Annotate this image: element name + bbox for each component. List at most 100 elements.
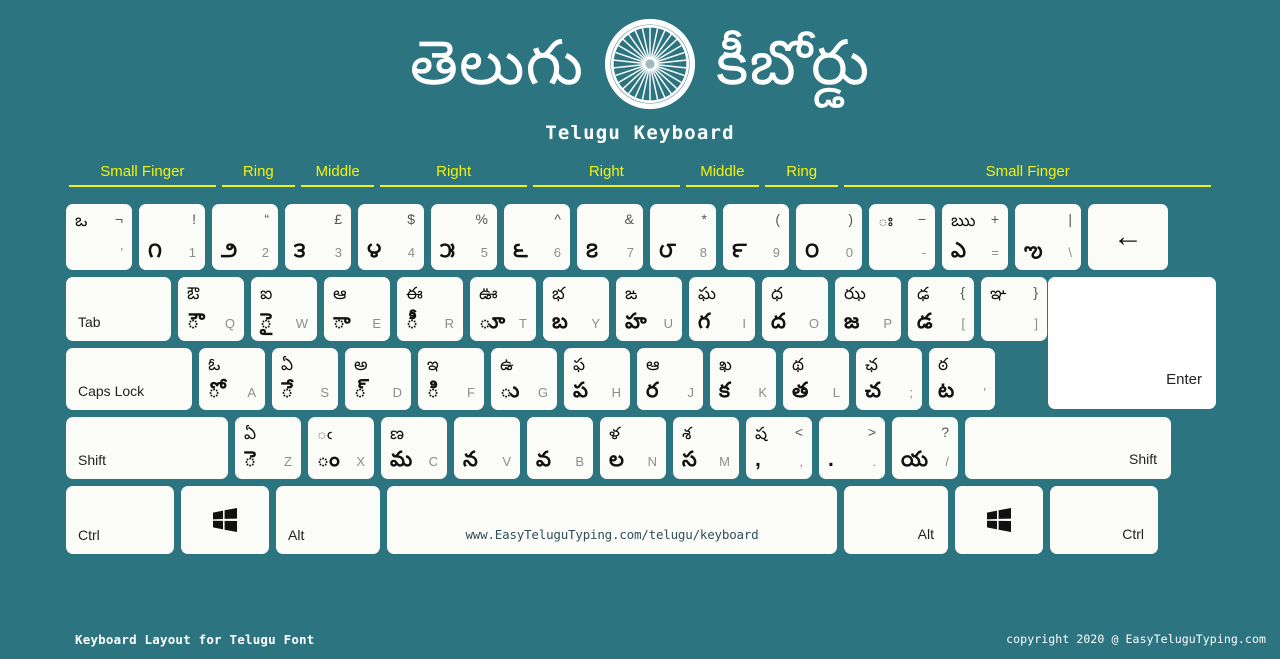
key-l-glyph-shift: థ bbox=[792, 355, 805, 374]
key-win-left[interactable] bbox=[181, 486, 269, 554]
key-shift-right[interactable]: Shift bbox=[965, 417, 1171, 479]
key-8[interactable]: * ౮ 8 bbox=[650, 204, 716, 270]
key-space[interactable]: www.EasyTeluguTyping.com/telugu/keyboard bbox=[387, 486, 837, 554]
key-backquote-glyph-legend: ' bbox=[120, 245, 123, 260]
key-alt-left[interactable]: Alt bbox=[276, 486, 380, 554]
key-t-glyph-base: ూ bbox=[479, 310, 506, 333]
key-minus[interactable]: ః − - bbox=[869, 204, 935, 270]
key-d[interactable]: అ్ D bbox=[345, 348, 411, 410]
key-period[interactable]: >.. bbox=[819, 417, 885, 479]
keyboard-row-shift: Shift ఏె Zఁం X ణ మ C న V వ B ళ ల N శ స M ష <,, >..? య / Shift bbox=[66, 417, 1216, 479]
key-h[interactable]: ఫప H bbox=[564, 348, 630, 410]
key-5[interactable]: % ౫ 5 bbox=[431, 204, 497, 270]
key-4[interactable]: $౪ 4 bbox=[358, 204, 424, 270]
keyboard[interactable]: ఒ ¬ '! ౧ 1 “ ౨ 2 £౩ 3 $౪ 4% ౫ 5 ^ ౬ 6 & ౭ 7 * ౮ 8 (౯ 9) ౦ 0ః − - ఋ + ఎ =… bbox=[66, 204, 1216, 561]
key-v[interactable]: నV bbox=[454, 417, 520, 479]
finger-label: Small Finger bbox=[985, 163, 1070, 180]
key-f-glyph-base: ి bbox=[427, 379, 440, 402]
key-7[interactable]: & ౭ 7 bbox=[577, 204, 643, 270]
key-0[interactable]: ) ౦ 0 bbox=[796, 204, 862, 270]
key-capslock-label: Caps Lock bbox=[78, 383, 145, 399]
finger-group-right: Right bbox=[377, 163, 530, 195]
key-m[interactable]: శస M bbox=[673, 417, 739, 479]
key-capslock[interactable]: Caps Lock bbox=[66, 348, 192, 410]
key-comma[interactable]: ష <,, bbox=[746, 417, 812, 479]
key-backslash[interactable]: | ఌ \ bbox=[1015, 204, 1081, 270]
key-k[interactable]: ఖక K bbox=[710, 348, 776, 410]
key-s-glyph-shift: ఏ bbox=[281, 355, 294, 374]
ashoka-chakra-icon bbox=[604, 18, 696, 110]
key-w[interactable]: ఐై W bbox=[251, 277, 317, 341]
key-backspace[interactable]: ← bbox=[1088, 204, 1168, 270]
key-9[interactable]: (౯ 9 bbox=[723, 204, 789, 270]
key-a[interactable]: ఓో A bbox=[199, 348, 265, 410]
key-win-right[interactable] bbox=[955, 486, 1043, 554]
key-s[interactable]: ఏే S bbox=[272, 348, 338, 410]
key-y[interactable]: భబ Y bbox=[543, 277, 609, 341]
key-c[interactable]: ణమC bbox=[381, 417, 447, 479]
key-shift-left[interactable]: Shift bbox=[66, 417, 228, 479]
key-quote[interactable]: ఠ ట ' bbox=[929, 348, 995, 410]
key-z-glyph-shift: ఏ bbox=[244, 424, 257, 443]
key-o[interactable]: ధద O bbox=[762, 277, 828, 341]
key-bracketleft[interactable]: ఢ {డ [ bbox=[908, 277, 974, 341]
key-z[interactable]: ఏె Z bbox=[235, 417, 301, 479]
key-backquote[interactable]: ఒ ¬ ' bbox=[66, 204, 132, 270]
key-x[interactable]: ఁం X bbox=[308, 417, 374, 479]
key-e-glyph-base: ా bbox=[333, 310, 351, 333]
key-slash[interactable]: ? య / bbox=[892, 417, 958, 479]
key-i-glyph-legend: I bbox=[742, 316, 746, 331]
key-1[interactable]: ! ౧ 1 bbox=[139, 204, 205, 270]
key-r-glyph-shift: ఈ bbox=[406, 284, 423, 303]
key-r[interactable]: ఈీ R bbox=[397, 277, 463, 341]
key-e[interactable]: ఆా E bbox=[324, 277, 390, 341]
key-d-glyph-base: ్ bbox=[354, 379, 367, 402]
key-semicolon-glyph-base: చ bbox=[865, 379, 881, 402]
key-f[interactable]: ఇి F bbox=[418, 348, 484, 410]
key-minus-glyph-shift: ః bbox=[878, 211, 893, 230]
title-telugu-left: తెలుగు bbox=[409, 29, 585, 98]
key-0-glyph-symbol-shift: ) bbox=[848, 211, 853, 227]
key-n-glyph-shift: ళ bbox=[609, 424, 620, 443]
key-a-glyph-shift: ఓ bbox=[208, 355, 221, 374]
key-bracketright-glyph-shift: ఞ bbox=[990, 284, 1007, 303]
key-b[interactable]: వB bbox=[527, 417, 593, 479]
key-2[interactable]: “ ౨ 2 bbox=[212, 204, 278, 270]
page-footer: Keyboard Layout for Telugu Font copyrigh… bbox=[0, 627, 1280, 647]
key-bracketright[interactable]: ఞ}] bbox=[981, 277, 1047, 341]
finger-rule bbox=[221, 185, 295, 187]
key-q[interactable]: ఔౌ Q bbox=[178, 277, 244, 341]
key-equal[interactable]: ఋ + ఎ = bbox=[942, 204, 1008, 270]
key-u[interactable]: ఙహ U bbox=[616, 277, 682, 341]
key-semicolon-glyph-shift: ఛ bbox=[865, 355, 878, 374]
key-x-glyph-shift: ఁ bbox=[317, 424, 332, 443]
key-h-glyph-shift: ఫ bbox=[573, 355, 586, 374]
key-6[interactable]: ^ ౬ 6 bbox=[504, 204, 570, 270]
key-enter[interactable]: Enter bbox=[1048, 277, 1216, 409]
key-l[interactable]: థత L bbox=[783, 348, 849, 410]
key-semicolon[interactable]: ఛ చ; bbox=[856, 348, 922, 410]
finger-rule bbox=[844, 185, 1211, 187]
key-alt-right[interactable]: Alt bbox=[844, 486, 948, 554]
key-6-glyph-symbol-shift: ^ bbox=[554, 211, 561, 227]
key-d-glyph-shift: అ bbox=[354, 355, 368, 374]
key-l-glyph-base: త bbox=[792, 379, 809, 402]
key-f-glyph-shift: ఇ bbox=[427, 355, 439, 374]
key-w-glyph-legend: W bbox=[295, 316, 308, 331]
key-y-glyph-base: బ bbox=[552, 310, 568, 333]
key-h-glyph-legend: H bbox=[611, 385, 621, 400]
key-p[interactable]: ఝజ P bbox=[835, 277, 901, 341]
keyboard-row-tab: Tab ఔౌ Q ఐై W ఆా E ఈీ R ఊూ T భ బ Y ఙ హ U ఘ గ I ధ ద O ఝ జ P ఢ {డ [ఞ}] bbox=[66, 277, 1216, 341]
key-t[interactable]: ఊూ T bbox=[470, 277, 536, 341]
key-j[interactable]: ఆర J bbox=[637, 348, 703, 410]
key-3[interactable]: £౩ 3 bbox=[285, 204, 351, 270]
key-tab[interactable]: Tab bbox=[66, 277, 171, 341]
key-g[interactable]: ఉు G bbox=[491, 348, 557, 410]
key-i[interactable]: ఘగ I bbox=[689, 277, 755, 341]
key-ctrl-left[interactable]: Ctrl bbox=[66, 486, 174, 554]
key-backslash-glyph-symbol-shift: | bbox=[1068, 211, 1072, 227]
key-comma-glyph-base: , bbox=[755, 448, 761, 471]
key-w-glyph-shift: ఐ bbox=[260, 284, 273, 303]
key-ctrl-right[interactable]: Ctrl bbox=[1050, 486, 1158, 554]
key-n[interactable]: ళల N bbox=[600, 417, 666, 479]
